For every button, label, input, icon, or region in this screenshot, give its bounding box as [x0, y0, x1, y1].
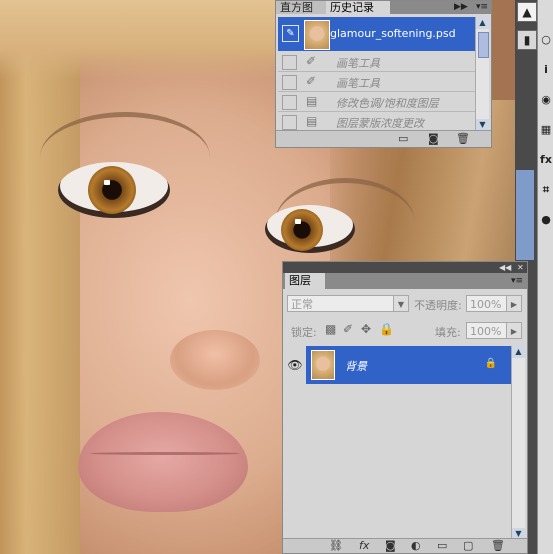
snapshot-thumbnail	[304, 20, 330, 50]
history-footer: ▭ ◙ 🗑	[276, 130, 491, 147]
palette-icon[interactable]: ◉	[538, 92, 553, 108]
history-step[interactable]: ✐ 画笔工具	[278, 73, 476, 92]
history-step-label: 画笔工具	[336, 57, 380, 70]
document-icon: ▤	[306, 94, 318, 108]
lock-position-icon[interactable]: ✥	[361, 322, 371, 336]
layers-title-bar: ◀◀ ✕	[283, 262, 527, 273]
new-document-from-state-icon[interactable]: ▭	[398, 132, 408, 145]
info-icon[interactable]: i	[538, 62, 553, 78]
brush-icon: ✐	[306, 54, 317, 68]
eye-highlight	[295, 219, 301, 224]
history-step[interactable]: ▤ 修改色调/饱和度图层	[278, 93, 476, 112]
history-step-label: 画笔工具	[336, 77, 380, 90]
snapshot-row[interactable]: ✎ glamour_softening.psd	[278, 17, 476, 51]
tab-history[interactable]: 历史记录	[326, 1, 390, 14]
chevron-right-icon: ▶	[506, 296, 521, 311]
link-icon[interactable]: ⛓	[329, 539, 343, 552]
circle-icon[interactable]: ○	[538, 32, 553, 48]
sphere-icon[interactable]: ●	[538, 212, 553, 228]
eye-left	[58, 162, 170, 218]
blend-mode-value: 正常	[291, 298, 313, 311]
new-layer-icon[interactable]: ▢	[463, 539, 473, 552]
history-step-label: 图层蒙版浓度更改	[336, 117, 424, 130]
trash-icon[interactable]: 🗑	[456, 132, 470, 145]
iris-left	[88, 166, 136, 214]
history-panel: 直方图 历史记录 ▶▶ ▾≡ ✎ glamour_softening.psd ✐…	[275, 0, 492, 148]
lock-label: 锁定:	[291, 326, 317, 339]
fx-icon[interactable]: fx	[359, 539, 369, 552]
layer-row-background[interactable]: 👁 背景 🔒	[284, 346, 511, 384]
eye-icon[interactable]: 👁	[284, 346, 306, 384]
opacity-value: 100%	[470, 298, 502, 311]
layers-panel: ◀◀ ✕ 图层 ▾≡ 正常 ▼ 不透明度: 100% ▶ 锁定: ▩ ✐ ✥ 🔒…	[282, 261, 528, 554]
eye-right	[265, 205, 355, 253]
nose	[170, 330, 260, 390]
layers-footer: ⛓ fx ◙ ◐ ▭ ▢ 🗑	[283, 538, 527, 553]
opacity-field[interactable]: 100% ▶	[466, 295, 522, 312]
lock-icon: 🔒	[484, 358, 497, 369]
layer-name: 背景	[345, 360, 367, 373]
history-source-checkbox[interactable]	[282, 75, 297, 90]
fill-label: 填充:	[435, 326, 461, 339]
collapse-panel-icon[interactable]: ▶▶	[454, 1, 468, 14]
history-step-label: 修改色调/饱和度图层	[336, 97, 439, 110]
camera-icon[interactable]: ◙	[428, 132, 439, 145]
histogram-icon[interactable]: ▲	[517, 2, 537, 22]
chevron-down-icon: ▼	[393, 296, 408, 311]
panel-menu-icon[interactable]: ▾≡	[476, 1, 488, 14]
scroll-thumb[interactable]	[478, 32, 489, 58]
history-source-checkbox[interactable]	[282, 55, 297, 70]
panel-icon-column: ○ i ◉ ▦ fx ⌗ ●	[537, 0, 553, 554]
document-icon: ▤	[306, 114, 318, 128]
trash-icon[interactable]: 🗑	[491, 539, 505, 552]
lock-pixels-icon[interactable]: ✐	[343, 322, 353, 336]
history-scrollbar[interactable]: ▲ ▼	[475, 17, 489, 131]
history-step[interactable]: ✐ 画笔工具	[278, 53, 476, 72]
iris-right	[281, 209, 323, 251]
grid-icon[interactable]: ▦	[538, 122, 553, 138]
tools-icon[interactable]: ▮	[517, 30, 537, 50]
opacity-label: 不透明度:	[414, 299, 462, 312]
close-icon[interactable]: ✕	[517, 262, 524, 273]
layers-scrollbar[interactable]: ▲ ▼	[511, 346, 525, 540]
crop-icon[interactable]: ⌗	[538, 182, 553, 198]
tab-layers[interactable]: 图层	[285, 273, 325, 289]
layer-thumbnail	[311, 350, 335, 380]
scroll-up-icon[interactable]: ▲	[512, 346, 525, 358]
history-brush-source-icon[interactable]: ✎	[282, 25, 299, 42]
lock-all-icon[interactable]: 🔒	[379, 322, 394, 336]
chevron-right-icon: ▶	[506, 323, 521, 338]
hair-left	[0, 0, 80, 554]
brush-icon: ✐	[306, 74, 317, 88]
fill-value: 100%	[470, 325, 502, 338]
history-source-checkbox[interactable]	[282, 115, 297, 130]
history-source-checkbox[interactable]	[282, 95, 297, 110]
blend-mode-select[interactable]: 正常 ▼	[287, 295, 409, 312]
layers-tab-bar: 图层 ▾≡	[283, 273, 527, 289]
history-tab-bar: 直方图 历史记录 ▶▶ ▾≡	[276, 1, 491, 14]
fill-field[interactable]: 100% ▶	[466, 322, 522, 339]
lip-line	[90, 452, 240, 455]
panel-menu-icon[interactable]: ▾≡	[511, 273, 523, 289]
collapse-panel-icon[interactable]: ◀◀	[499, 262, 511, 273]
eye-highlight	[104, 180, 110, 185]
tab-histogram[interactable]: 直方图	[276, 1, 332, 14]
snapshot-name: glamour_softening.psd	[330, 27, 456, 40]
scroll-up-icon[interactable]: ▲	[476, 17, 489, 29]
mask-icon[interactable]: ◙	[385, 539, 396, 552]
dock-scrollbar[interactable]	[516, 170, 534, 260]
lock-transparency-icon[interactable]: ▩	[325, 322, 336, 336]
group-icon[interactable]: ▭	[437, 539, 447, 552]
fx-icon[interactable]: fx	[538, 152, 553, 168]
lips	[78, 412, 248, 512]
adjustment-icon[interactable]: ◐	[411, 539, 421, 552]
